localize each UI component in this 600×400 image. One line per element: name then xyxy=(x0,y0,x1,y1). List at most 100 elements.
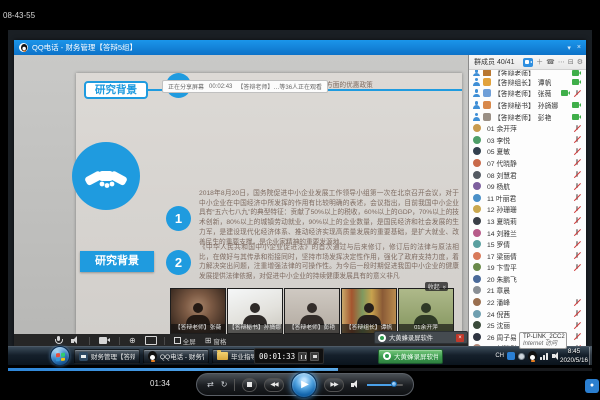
settings-gear-icon[interactable]: ⚙ xyxy=(577,58,583,66)
member-row[interactable]: 14 刘雅兰 xyxy=(469,227,586,239)
webcam-thumbnail[interactable]: 【答辩老师】彭艳 xyxy=(284,288,340,334)
mic-muted-icon xyxy=(573,182,581,191)
share-screen-icon[interactable]: ⊕ xyxy=(129,337,136,345)
fast-forward-button[interactable]: ▶▶ xyxy=(324,378,344,392)
tooltip-ssid: TP-LINK_2CC2 xyxy=(523,334,563,341)
play-button[interactable]: ▶ xyxy=(291,372,317,398)
close-icon[interactable]: × xyxy=(456,334,464,342)
member-panel-header: 群成员 40/41 ＋ ☎ ⋯ ⊟ ⚙ xyxy=(469,55,586,70)
play-icon: ▶ xyxy=(301,379,309,390)
member-row[interactable]: 05 夏敏 xyxy=(469,146,586,158)
member-row[interactable]: 17 梁丽倩 xyxy=(469,250,586,262)
network-signal-icon[interactable] xyxy=(540,352,549,360)
member-name: 15 罗倩 xyxy=(487,239,510,249)
stop-button[interactable] xyxy=(242,378,257,392)
member-row[interactable]: 07 代晓静 xyxy=(469,157,586,169)
microphone-icon[interactable] xyxy=(54,336,62,346)
volume-thumb[interactable] xyxy=(391,381,397,387)
recorder-app-icon xyxy=(383,352,391,360)
member-row[interactable]: 03 李悦 xyxy=(469,134,586,146)
camera-icon[interactable] xyxy=(99,337,110,344)
grid-icon: ⊞ xyxy=(205,337,212,345)
member-name: 张薇 xyxy=(538,88,552,98)
member-row[interactable]: 【答辩秘书】 孙旖娜 xyxy=(469,99,586,111)
avatar xyxy=(473,275,481,283)
camera-on-icon xyxy=(561,90,570,96)
tray-safety-icon[interactable] xyxy=(518,353,525,360)
member-row[interactable]: 15 罗倩 xyxy=(469,238,586,250)
grid-view-button[interactable]: ⊞ 窗格 xyxy=(205,336,227,346)
webcam-thumbnail[interactable]: 【答辩老师】张薇 xyxy=(170,288,226,334)
monitor-icon[interactable] xyxy=(145,336,155,345)
rewind-button[interactable]: ◀◀ xyxy=(264,378,284,392)
screen-share-panel-icon[interactable]: ⊟ xyxy=(568,58,574,66)
chevron-down-icon: » xyxy=(440,285,446,288)
member-row[interactable]: 24 倪茜 xyxy=(469,308,586,320)
qq-call-window: QQ电话 - 财务管理【答辩5组】 ▾ × 研究背景 正在分享屏幕 00:02:… xyxy=(14,40,586,347)
window-menu-icon[interactable]: ▾ xyxy=(567,44,571,52)
video-mode-icon[interactable] xyxy=(523,58,533,67)
avatar xyxy=(473,333,481,341)
member-row[interactable]: 25 沈丽 xyxy=(469,319,586,331)
member-row[interactable]: 21 章晨 xyxy=(469,285,586,297)
avatar xyxy=(473,182,481,190)
speaker-icon[interactable] xyxy=(71,336,80,345)
language-indicator[interactable]: CH xyxy=(495,353,504,359)
window-close-icon[interactable]: × xyxy=(577,44,581,52)
avatar xyxy=(473,159,481,167)
seek-progress xyxy=(8,368,338,371)
volume-icon[interactable] xyxy=(552,352,560,360)
player-seek-bar[interactable] xyxy=(8,368,592,371)
recorder-pause-button[interactable] xyxy=(298,352,307,361)
recorder-stop-button[interactable] xyxy=(310,352,319,361)
mic-muted-icon xyxy=(573,205,581,214)
mute-icon[interactable] xyxy=(351,380,360,389)
webcam-thumbnail[interactable]: 【答辩组长】谭帆 xyxy=(341,288,397,334)
member-name: 09 杨航 xyxy=(487,181,510,191)
collapse-thumbnails-button[interactable]: 收起 » xyxy=(425,282,448,291)
webcam-thumbnail[interactable]: 【答辩秘书】孙旖娜 xyxy=(227,288,283,334)
member-row[interactable]: 【答辩老师】 张薇 xyxy=(469,88,586,100)
taskbar-button-recorder[interactable]: 大黄蜂录屏软件 xyxy=(378,349,443,364)
member-row[interactable]: 20 朱鹏飞 xyxy=(469,273,586,285)
member-list: 【答辩老师】 【答辩组长】 xyxy=(469,70,586,347)
taskbar-button-qq-call[interactable]: QQ电话 - 财务管… xyxy=(143,349,209,364)
member-name: 13 夏晓莉 xyxy=(487,216,517,226)
taskbar-clock[interactable]: 8:45 2020/5/16 xyxy=(560,348,588,365)
webcam-thumbnail[interactable]: 01余开萍 xyxy=(398,288,454,334)
system-tray: CH xyxy=(495,347,560,365)
slide-ribbon-title: 研究背景 xyxy=(80,251,154,272)
taskbar-button-presentation[interactable]: 财务管理【答辩5… xyxy=(74,349,140,364)
member-row[interactable]: 【答辩老师】 彭艳 xyxy=(469,111,586,123)
avatar xyxy=(473,136,481,144)
more-icon[interactable]: ⋯ xyxy=(558,58,565,66)
member-name: 孙旖娜 xyxy=(538,100,558,110)
folder-icon xyxy=(217,352,228,360)
phone-icon[interactable]: ☎ xyxy=(546,58,555,66)
window-titlebar[interactable]: QQ电话 - 财务管理【答辩5组】 ▾ × xyxy=(14,40,586,55)
member-name: 07 代晓静 xyxy=(487,158,517,168)
member-row[interactable]: 08 刘慧君 xyxy=(469,169,586,181)
shuffle-icon[interactable]: ⇄ xyxy=(207,381,214,389)
member-row[interactable]: 22 潘峰 xyxy=(469,296,586,308)
member-row[interactable]: 12 孙珊珊 xyxy=(469,204,586,216)
start-button[interactable] xyxy=(50,346,70,366)
member-row[interactable]: 19 卞雪平 xyxy=(469,262,586,274)
member-row[interactable]: 11 叶丽君 xyxy=(469,192,586,204)
member-name: 17 梁丽倩 xyxy=(487,251,517,261)
avatar xyxy=(473,286,481,294)
show-desktop-button[interactable] xyxy=(589,347,592,365)
repeat-icon[interactable]: ↻ xyxy=(221,381,228,389)
member-row[interactable]: 09 杨航 xyxy=(469,180,586,192)
clock-time: 8:45 xyxy=(560,348,588,357)
invite-icon[interactable]: ＋ xyxy=(536,57,543,67)
tray-qq-penguin-icon[interactable] xyxy=(528,351,537,361)
mic-muted-icon xyxy=(573,216,581,225)
member-row[interactable]: 01 余开萍 xyxy=(469,122,586,134)
fullscreen-button[interactable]: 全屏 xyxy=(174,336,196,346)
volume-slider[interactable] xyxy=(367,384,403,386)
tray-qq-service-icon[interactable] xyxy=(507,352,515,360)
member-tag: 【答辩老师】 xyxy=(494,88,535,98)
member-row[interactable]: 【答辩组长】 谭帆 xyxy=(469,76,586,88)
member-row[interactable]: 13 夏晓莉 xyxy=(469,215,586,227)
